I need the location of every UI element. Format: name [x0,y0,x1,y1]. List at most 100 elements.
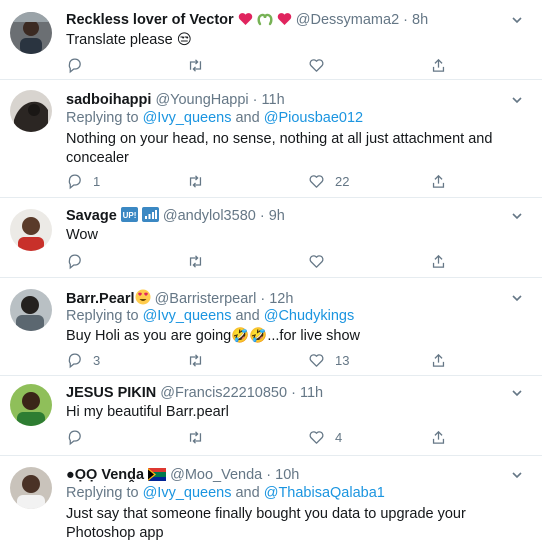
reply-icon [66,57,83,74]
display-name[interactable]: ●ỌỌ Venḓa [66,467,144,483]
separator-dot: · [403,12,409,28]
retweet-button[interactable] [187,251,214,271]
avatar[interactable] [10,12,52,54]
reply-button[interactable]: 3 [66,350,100,370]
avatar[interactable] [10,209,52,251]
like-button[interactable] [308,55,335,75]
mention-link[interactable]: @Ivy_queens [143,308,232,324]
replies-feed: Reckless lover of Vector @Dessymama2 · 8… [0,0,542,540]
heart-icon [308,173,325,190]
chevron-down-icon[interactable] [510,209,524,223]
like-count: 4 [335,429,343,445]
mention-link[interactable]: @Ivy_queens [143,485,232,501]
user-handle[interactable]: @Francis22210850 [160,385,287,401]
user-handle[interactable]: @andylol3580 [163,208,256,224]
separator-dot: · [266,467,272,483]
share-button[interactable] [430,171,447,191]
chevron-down-icon[interactable] [510,291,524,305]
separator-dot: · [260,291,266,307]
share-icon [430,352,447,369]
reply-count: 3 [93,352,101,368]
tweet-header: ●ỌỌ Venḓa @Moo_Venda · 10h [66,466,299,486]
replying-to-and: and [231,485,264,501]
user-handle[interactable]: @Dessymama2 [296,12,399,28]
reply-button[interactable]: 1 [66,171,100,191]
retweet-button[interactable] [187,55,214,75]
reply-button[interactable] [66,427,93,447]
retweet-button[interactable] [187,350,214,370]
chevron-down-icon[interactable] [510,93,524,107]
tweet-text: Just say that someone finally bought you… [66,506,466,540]
like-button[interactable]: 22 [308,171,349,191]
tweet-header: sadboihappi @YoungHappi · 11h [66,91,285,109]
share-button[interactable] [430,251,447,271]
replying-to-label: Replying to [66,110,143,126]
heart-icon [308,253,325,270]
display-name[interactable]: Savage [66,208,117,224]
timestamp[interactable]: 10h [275,467,299,483]
avatar[interactable] [10,467,52,509]
reply-icon [66,253,83,270]
reply-button[interactable] [66,251,93,271]
tweet-text: Wow [66,227,98,243]
retweet-button[interactable] [187,427,214,447]
display-name[interactable]: Barr.Pearl [66,291,135,307]
avatar[interactable] [10,90,52,132]
replying-to-label: Replying to [66,308,143,324]
mention-link[interactable]: @ThabisaQalaba1 [264,485,385,501]
share-button[interactable] [430,350,447,370]
tweet-header: Reckless lover of Vector @Dessymama2 · 8… [66,11,428,31]
timestamp[interactable]: 9h [269,208,285,224]
display-name[interactable]: JESUS PIKIN [66,385,156,401]
share-button[interactable] [430,55,447,75]
display-name[interactable]: sadboihappi [66,92,151,108]
retweet-icon [187,173,204,190]
avatar[interactable] [10,289,52,331]
up-badge-emoji-icon: UP! [120,207,138,227]
tweet-actions [66,251,466,271]
tweet-actions [66,55,466,75]
timestamp[interactable]: 8h [412,12,428,28]
reply-icon [66,352,83,369]
mention-link[interactable]: @Chudykings [264,308,354,324]
chevron-down-icon[interactable] [510,13,524,27]
chevron-down-icon[interactable] [510,386,524,400]
replying-to: Replying to @Ivy_queens and @Chudykings [66,307,354,325]
timestamp[interactable]: 11h [262,92,285,108]
chevron-down-icon[interactable] [510,468,524,482]
like-button[interactable]: 4 [308,427,342,447]
reply-button[interactable] [66,55,93,75]
tweet[interactable]: JESUS PIKIN @Francis22210850 · 11h Hi my… [0,376,542,456]
replying-to: Replying to @Ivy_queens and @Piousbae012 [66,109,363,127]
tweet[interactable]: sadboihappi @YoungHappi · 11h Replying t… [0,80,542,198]
tweet[interactable]: Savage UP! @andylol3580 · 9h Wow [0,198,542,278]
display-name[interactable]: Reckless lover of Vector [66,12,234,28]
avatar[interactable] [10,384,52,426]
timestamp[interactable]: 11h [300,385,323,401]
green-heart-emoji-icon [257,12,273,31]
like-count: 22 [335,173,350,189]
retweet-icon [187,253,204,270]
mention-link[interactable]: @Ivy_queens [143,110,232,126]
user-handle[interactable]: @Moo_Venda [170,467,262,483]
like-button[interactable] [308,251,335,271]
reply-icon [66,429,83,446]
separator-dot: · [291,385,296,401]
retweet-icon [187,429,204,446]
mention-link[interactable]: @Piousbae012 [264,110,363,126]
retweet-icon [187,352,204,369]
tweet-actions: 1 22 [66,171,466,191]
signal-bars-emoji-icon [141,207,159,227]
user-handle[interactable]: @Barristerpearl [155,291,257,307]
tweet[interactable]: Barr.Pearl @Barristerpearl · 12h Replyin… [0,278,542,376]
share-icon [430,173,447,190]
retweet-button[interactable] [187,171,214,191]
user-handle[interactable]: @YoungHappi [155,92,248,108]
reply-icon [66,173,83,190]
timestamp[interactable]: 12h [269,291,293,307]
tweet[interactable]: Reckless lover of Vector @Dessymama2 · 8… [0,0,542,80]
share-button[interactable] [430,427,447,447]
tweet[interactable]: ●ỌỌ Venḓa @Moo_Venda · 10h Replying to @… [0,456,542,540]
like-button[interactable]: 13 [308,350,349,370]
heart-emoji-icon [238,12,253,31]
